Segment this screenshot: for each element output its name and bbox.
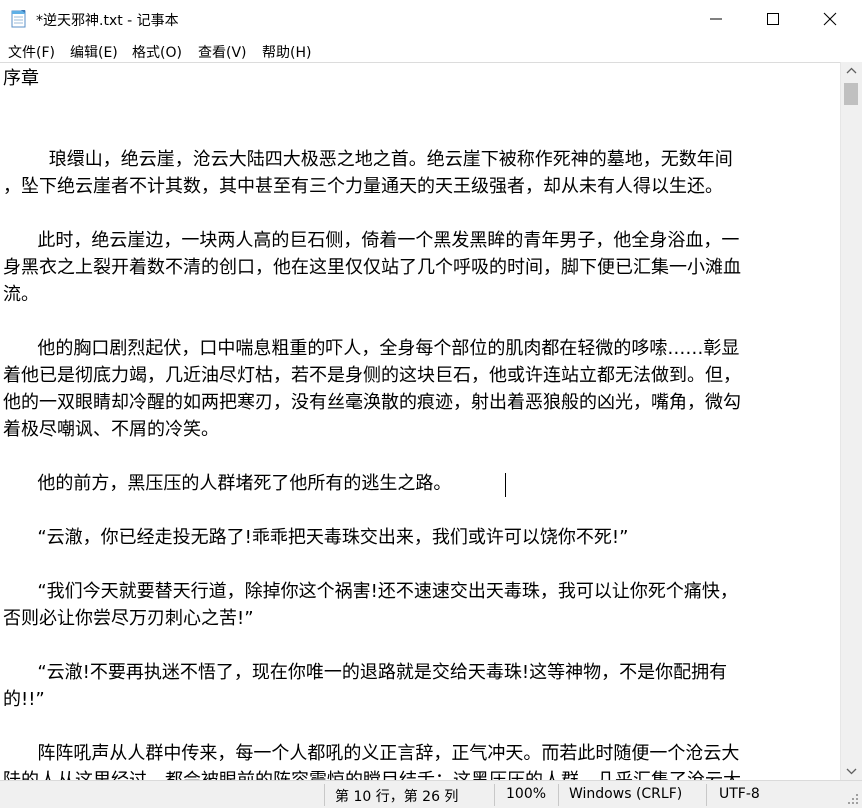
cursor-position: 第 10 行，第 26 列: [335, 789, 459, 805]
line-ending: Windows (CRLF): [569, 786, 683, 802]
text-line: 着他已是彻底力竭，几近油尽灯枯，若不是身侧的这块巨石，他或许连站立都无法做到。但…: [3, 365, 741, 386]
text-line: ，坠下绝云崖者不计其数，其中甚至有三个力量通天的天王级强者，却从未有人得以生还。: [3, 176, 723, 197]
status-divider: [558, 784, 559, 806]
text-line: 流。: [3, 284, 39, 305]
text-line: 琅缳山，绝云崖，沧云大陆四大极恶之地之首。绝云崖下被称作死神的墓地，无数年间: [3, 149, 733, 170]
menu-format[interactable]: 格式(O): [132, 42, 182, 62]
menu-bar: 文件(F) 编辑(E) 格式(O) 查看(V) 帮助(H): [0, 38, 862, 62]
close-button[interactable]: [802, 0, 860, 38]
text-editor[interactable]: 序章 琅缳山，绝云崖，沧云大陆四大极恶之地之首。绝云崖下被称作死神的墓地，无数年…: [0, 62, 840, 781]
text-line: 他的胸口剧烈起伏，口中喘息粗重的吓人，全身每个部位的肌肉都在轻微的哆嗦……彰显: [3, 338, 740, 359]
resize-grip-icon[interactable]: [847, 793, 859, 805]
status-divider: [494, 784, 495, 806]
minimize-icon: [710, 18, 722, 20]
notepad-icon: [11, 9, 27, 28]
text-line: “云澈，你已经走投无路了!乖乖把天毒珠交出来，我们或许可以饶你不死!”: [3, 527, 629, 548]
close-icon: [823, 12, 837, 26]
chevron-up-icon: [846, 67, 857, 74]
maximize-button[interactable]: [745, 0, 803, 38]
text-line: 此时，绝云崖边，一块两人高的巨石侧，倚着一个黑发黑眸的青年男子，他全身浴血，一: [3, 230, 740, 251]
title-bar: *逆天邪神.txt - 记事本: [0, 0, 862, 38]
text-line: 身黑衣之上裂开着数不清的创口，他在这里仅仅站了几个呼吸的时间，脚下便已汇集一小滩…: [3, 257, 741, 278]
zoom-level: 100%: [506, 786, 547, 802]
scroll-down-button[interactable]: [841, 762, 862, 780]
menu-view[interactable]: 查看(V): [198, 42, 247, 62]
scroll-up-button[interactable]: [841, 62, 862, 80]
menu-file[interactable]: 文件(F): [8, 42, 55, 62]
scrollbar-thumb[interactable]: [844, 83, 858, 105]
maximize-icon: [767, 13, 779, 25]
text-caret: [505, 473, 506, 497]
text-line: 阵阵吼声从人群中传来，每一个人都吼的义正言辞，正气冲天。而若此时随便一个沧云大: [3, 743, 740, 764]
text-line: 否则必让你尝尽万刃刺心之苦!”: [3, 608, 254, 629]
text-line: 他的前方，黑压压的人群堵死了他所有的逃生之路。: [3, 473, 452, 494]
minimize-button[interactable]: [688, 0, 746, 38]
text-line: 着极尽嘲讽、不屑的冷笑。: [3, 419, 219, 440]
status-bar: 第 10 行，第 26 列 100% Windows (CRLF) UTF-8: [0, 780, 862, 808]
text-line: “云澈!不要再执迷不悟了，现在你唯一的退路就是交给天毒珠!这等神物，不是你配拥有: [3, 662, 728, 683]
window-title: *逆天邪神.txt - 记事本: [36, 13, 179, 29]
encoding: UTF-8: [719, 786, 760, 802]
vertical-scrollbar[interactable]: [840, 62, 862, 780]
status-divider: [324, 784, 325, 806]
status-divider: [706, 784, 707, 806]
text-line: 序章: [3, 68, 39, 89]
menu-edit[interactable]: 编辑(E): [70, 42, 118, 62]
text-line: “我们今天就要替天行道，除掉你这个祸害!还不速速交出天毒珠，我可以让你死个痛快，: [3, 581, 738, 602]
text-line: 的!!”: [3, 689, 45, 710]
text-line: 他的一双眼睛却冷醒的如两把寒刃，没有丝毫涣散的痕迹，射出着恶狼般的凶光，嘴角，微…: [3, 392, 741, 413]
chevron-down-icon: [846, 768, 857, 775]
menu-help[interactable]: 帮助(H): [262, 42, 311, 62]
